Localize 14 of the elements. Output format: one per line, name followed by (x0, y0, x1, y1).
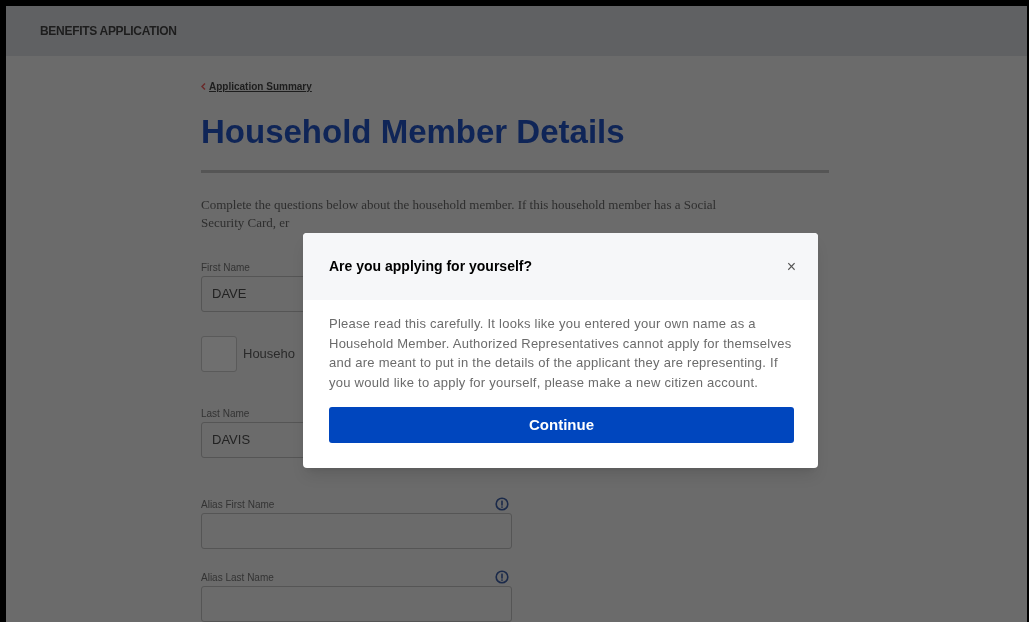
info-icon[interactable] (495, 570, 509, 584)
page-title: Household Member Details (201, 112, 626, 152)
info-icon[interactable] (495, 497, 509, 511)
field-value: DAVIS (212, 431, 251, 450)
dialog-title: Are you applying for yourself? (329, 257, 533, 276)
chevron-left-icon (201, 83, 206, 90)
field-label: Alias First Name (201, 497, 275, 512)
close-button[interactable]: × (786, 258, 796, 275)
dialog-message: Please read this carefully. It looks like you entered your own name as a Household Member. Authorized Representatives cannot apply for themselves and are meant to put in the details of the applicant they are representing. If you would like to apply for yourself, please make a new citizen account. (329, 315, 793, 392)
continue-button[interactable]: Continue (329, 407, 794, 443)
field-value: DAVE (212, 285, 247, 304)
checkbox-label: Househo (243, 345, 296, 364)
intro-text: Security Card, er (201, 214, 291, 232)
app-title: BENEFITS APPLICATION (40, 23, 177, 40)
